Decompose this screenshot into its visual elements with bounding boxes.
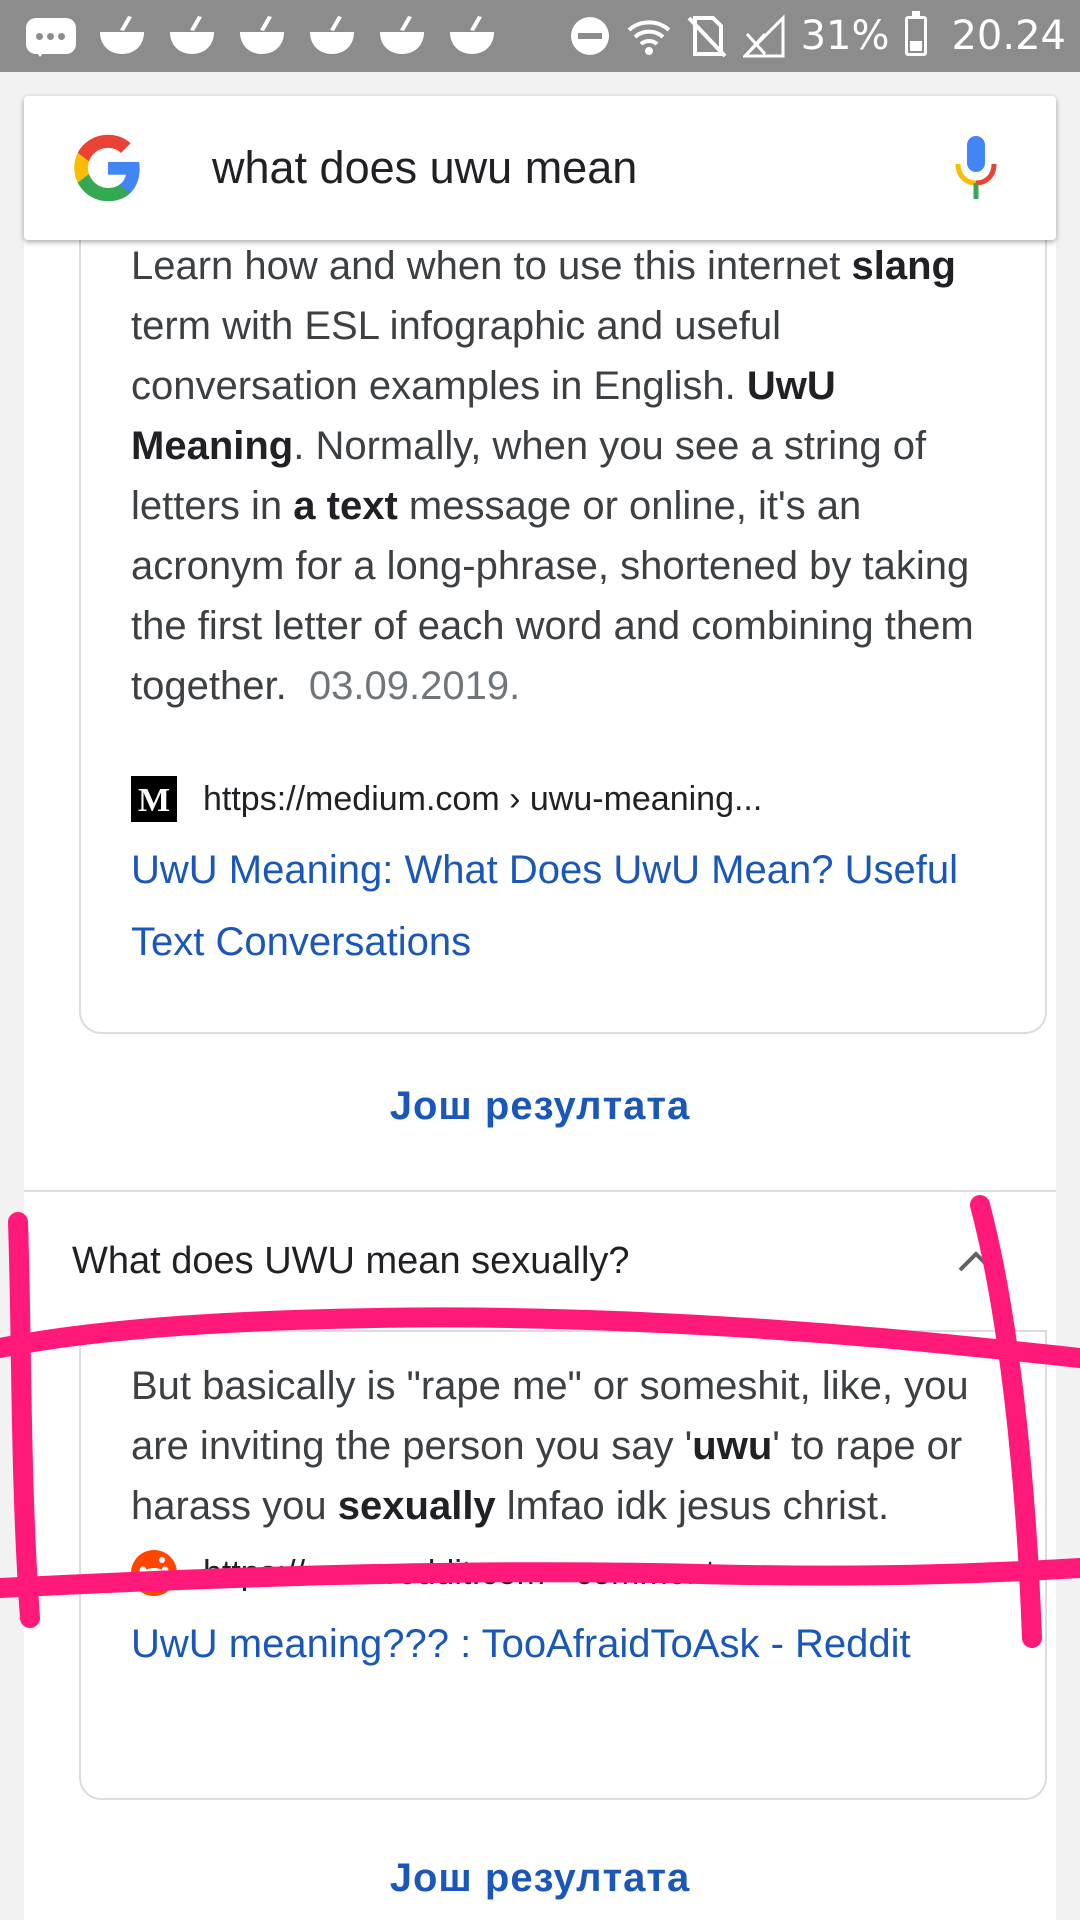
bowl-notification-icon bbox=[240, 16, 284, 54]
no-sim-icon bbox=[687, 16, 727, 58]
google-logo-icon[interactable] bbox=[70, 130, 146, 206]
result-title-link[interactable]: UwU Meaning: What Does UwU Mean? Useful … bbox=[131, 834, 1011, 978]
result-snippet: Learn how and when to use this internet … bbox=[131, 244, 974, 708]
chevron-up-icon[interactable] bbox=[956, 1246, 996, 1276]
result-date: 03.09.2019. bbox=[308, 664, 521, 708]
source-url: https://www.reddit.com › comments bbox=[203, 1553, 733, 1592]
bowl-notification-icon bbox=[380, 16, 424, 54]
medium-favicon-icon: M bbox=[131, 776, 177, 822]
battery-icon bbox=[905, 11, 928, 56]
microphone-icon[interactable] bbox=[952, 134, 1000, 202]
result-source[interactable]: M https://medium.com › uwu-meaning... bbox=[131, 776, 762, 822]
faq-title-link[interactable]: UwU meaning??? : TooAfraidToAsk - Reddit bbox=[131, 1608, 1011, 1680]
source-url: https://medium.com › uwu-meaning... bbox=[203, 779, 763, 818]
bowl-notification-icon bbox=[170, 16, 214, 54]
search-bar[interactable]: what does uwu mean bbox=[24, 96, 1056, 240]
signal-icon bbox=[742, 14, 785, 58]
do-not-disturb-icon bbox=[570, 17, 609, 55]
message-notification-icon bbox=[26, 18, 76, 57]
divider bbox=[24, 1190, 1056, 1192]
wifi-icon bbox=[627, 20, 670, 55]
faq-source[interactable]: https://www.reddit.com › comments bbox=[131, 1550, 732, 1596]
status-bar: 31% 20.24 bbox=[0, 0, 1080, 72]
faq-answer: But basically is "rape me" or someshit, … bbox=[131, 1364, 969, 1528]
results-panel: Learn how and when to use this internet … bbox=[24, 230, 1056, 1920]
battery-percentage: 31% bbox=[800, 13, 890, 59]
bowl-notification-icon bbox=[310, 16, 354, 54]
result-card: Learn how and when to use this internet … bbox=[79, 230, 1047, 1034]
more-results-link[interactable]: Још резултата bbox=[24, 1856, 1056, 1901]
more-results-link[interactable]: Још резултата bbox=[24, 1084, 1056, 1129]
faq-answer-card: But basically is "rape me" or someshit, … bbox=[79, 1332, 1047, 1800]
search-input[interactable]: what does uwu mean bbox=[212, 142, 637, 194]
clock: 20.24 bbox=[951, 13, 1066, 59]
svg-text:M: M bbox=[138, 782, 170, 819]
reddit-favicon-icon bbox=[131, 1550, 177, 1596]
bowl-notification-icon bbox=[100, 16, 144, 54]
faq-question[interactable]: What does UWU mean sexually? bbox=[72, 1240, 630, 1283]
bowl-notification-icon bbox=[450, 16, 494, 54]
